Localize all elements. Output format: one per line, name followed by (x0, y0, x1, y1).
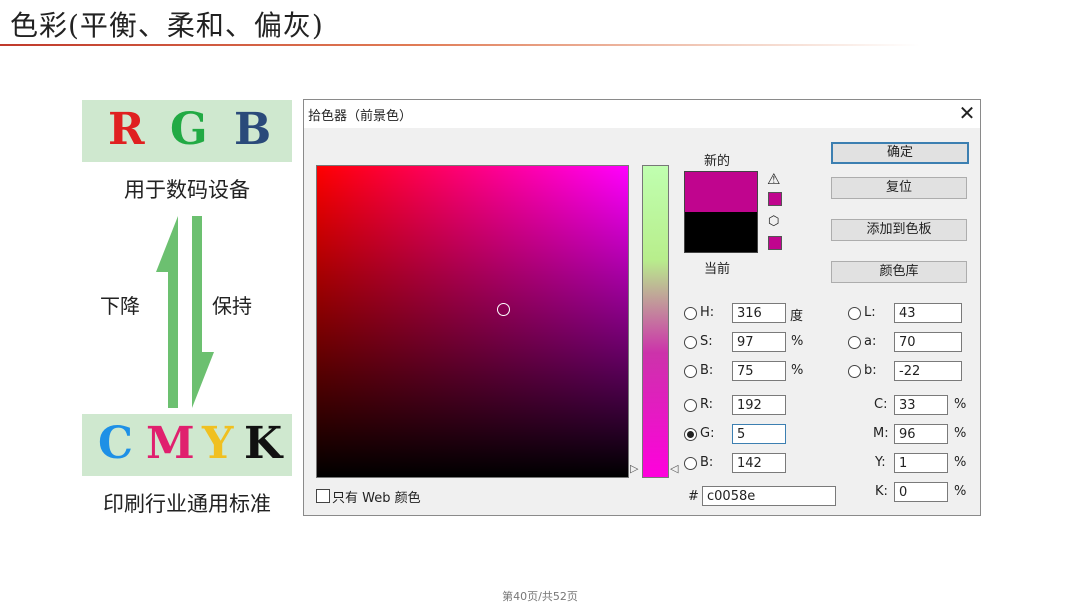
up-arrow (156, 216, 178, 408)
hue-unit: 度 (790, 309, 804, 324)
web-safe-swatch[interactable] (768, 236, 782, 250)
reset-button[interactable]: 复位 (831, 177, 967, 199)
saturation-input[interactable]: 97 (732, 332, 786, 352)
black-label: K: (875, 484, 888, 499)
current-color-label: 当前 (704, 262, 731, 277)
rgb-letter-r: R (108, 104, 145, 155)
close-icon[interactable]: ✕ (956, 101, 978, 125)
radio-red[interactable] (684, 399, 697, 412)
saturation-unit: % (791, 334, 804, 349)
magenta-unit: % (954, 426, 967, 441)
hex-label: # (688, 489, 699, 504)
cyan-label: C: (874, 397, 888, 412)
gamut-warning-icon[interactable]: ⚠ (767, 170, 780, 188)
color-field-cursor[interactable] (497, 303, 510, 316)
keep-label: 保持 (212, 294, 252, 318)
color-field[interactable] (316, 165, 629, 478)
blue-input[interactable]: 142 (732, 453, 786, 473)
new-color-label: 新的 (704, 154, 731, 169)
lab-a-input[interactable]: 70 (894, 332, 962, 352)
radio-saturation[interactable] (684, 336, 697, 349)
saturation-label: S: (700, 334, 713, 349)
web-safe-cube-icon[interactable]: ⬡ (768, 214, 779, 229)
radio-green[interactable] (684, 428, 697, 441)
black-unit: % (954, 484, 967, 499)
red-input[interactable]: 192 (732, 395, 786, 415)
blue-label: B: (700, 455, 714, 470)
hue-label: H: (700, 305, 715, 320)
ok-button[interactable]: 确定 (831, 142, 969, 164)
title-underline (0, 44, 920, 46)
brightness-input[interactable]: 75 (732, 361, 786, 381)
lightness-label: L: (864, 305, 876, 320)
hue-slider[interactable] (642, 165, 669, 478)
brightness-label: B: (700, 363, 714, 378)
magenta-label: M: (873, 426, 889, 441)
dialog-titlebar: 拾色器（前景色） ✕ (304, 100, 980, 128)
web-colors-only-label: 只有 Web 颜色 (332, 491, 421, 506)
down-label: 下降 (100, 294, 140, 318)
cmyk-band: C M Y K (82, 414, 292, 476)
brightness-unit: % (791, 363, 804, 378)
radio-brightness[interactable] (684, 365, 697, 378)
yellow-label: Y: (875, 455, 886, 470)
radio-lab-a[interactable] (848, 336, 861, 349)
black-input[interactable]: 0 (894, 482, 948, 502)
lab-a-label: a: (864, 334, 877, 349)
cmyk-letter-y: Y (202, 418, 234, 469)
gamut-warning-swatch[interactable] (768, 192, 782, 206)
green-label: G: (700, 426, 715, 441)
color-libraries-button[interactable]: 颜色库 (831, 261, 967, 283)
red-label: R: (700, 397, 714, 412)
rgb-letter-g: G (170, 104, 208, 155)
add-to-swatches-button[interactable]: 添加到色板 (831, 219, 967, 241)
hue-input[interactable]: 316 (732, 303, 786, 323)
slider-right-arrow-icon[interactable]: ◁ (670, 462, 678, 475)
rgb-caption: 用于数码设备 (124, 178, 250, 202)
down-arrow (192, 216, 214, 408)
slide-title: 色彩(平衡、柔和、偏灰) (10, 9, 324, 42)
lab-b-input[interactable]: -22 (894, 361, 962, 381)
radio-hue[interactable] (684, 307, 697, 320)
cmyk-letter-k: K (244, 418, 283, 469)
current-color-swatch[interactable] (684, 212, 758, 253)
hex-input[interactable]: c0058e (702, 486, 836, 506)
radio-lab-b[interactable] (848, 365, 861, 378)
page-footer: 第40页/共52页 (502, 590, 578, 603)
magenta-input[interactable]: 96 (894, 424, 948, 444)
slider-left-arrow-icon[interactable]: ▷ (630, 462, 638, 475)
cmyk-caption: 印刷行业通用标准 (103, 492, 271, 516)
yellow-input[interactable]: 1 (894, 453, 948, 473)
lightness-input[interactable]: 43 (894, 303, 962, 323)
radio-blue[interactable] (684, 457, 697, 470)
green-input[interactable]: 5 (732, 424, 786, 444)
rgb-band: R G B (82, 100, 292, 162)
cmyk-letter-c: C (98, 418, 134, 469)
cyan-unit: % (954, 397, 967, 412)
lab-b-label: b: (864, 363, 877, 378)
color-picker-dialog: 拾色器（前景色） ✕ ▷ ◁ 新的 当前 ⚠ ⬡ 确定 复位 添加到色板 颜色库… (303, 99, 981, 516)
cyan-input[interactable]: 33 (894, 395, 948, 415)
radio-lightness[interactable] (848, 307, 861, 320)
arrows-graphic (156, 216, 214, 408)
cmyk-letter-m: M (146, 418, 195, 469)
rgb-letter-b: B (234, 104, 272, 155)
web-colors-only-checkbox[interactable] (316, 489, 330, 503)
yellow-unit: % (954, 455, 967, 470)
dialog-title: 拾色器（前景色） (308, 109, 413, 124)
new-color-swatch (684, 171, 758, 213)
